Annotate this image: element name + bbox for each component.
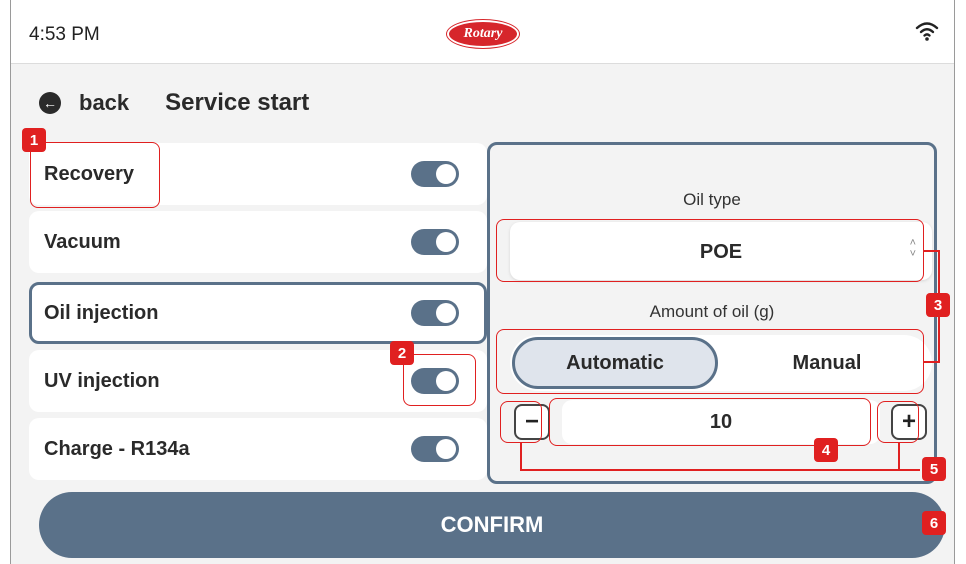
page-header: ← back Service start [39,86,309,120]
callout-connector [898,443,900,470]
increment-button[interactable]: + [891,404,927,440]
oil-type-select[interactable]: POE ˄ ˅ [510,222,932,280]
toggle-knob [436,439,456,459]
brand-logo-text: Rotary [463,26,503,41]
callout-badge: 4 [814,438,838,462]
service-row-charge[interactable]: Charge - R134a [29,418,487,480]
toggle-switch[interactable] [411,300,459,326]
back-button[interactable]: back [79,90,129,116]
mode-manual-button[interactable]: Manual [724,337,930,389]
service-row-uv-injection[interactable]: UV injection [29,350,487,412]
device-screen: 4:53 PM Rotary ← back Service start Reco… [10,0,955,564]
callout-badge: 1 [22,128,46,152]
status-bar: 4:53 PM Rotary [11,0,954,64]
service-label: Charge - R134a [44,438,190,460]
mode-automatic-button[interactable]: Automatic [512,337,718,389]
toggle-switch[interactable] [411,229,459,255]
service-label: UV injection [44,370,160,392]
service-label: Recovery [44,163,135,185]
callout-connector [520,443,522,470]
amount-mode-segmented-control: Automatic Manual [510,335,932,391]
service-row-vacuum[interactable]: Vacuum [29,211,487,273]
oil-type-value: POE [699,241,743,263]
service-label: Vacuum [44,231,121,253]
wifi-icon [915,22,939,41]
amount-label: Amount of oil (g) [649,302,775,321]
service-label: Oil injection [44,302,159,324]
confirm-button[interactable]: CONFIRM [39,492,945,558]
toggle-knob [436,232,456,252]
service-row-oil-injection[interactable]: Oil injection [29,282,487,344]
callout-connector [520,469,920,471]
service-row-recovery[interactable]: Recovery [29,143,487,205]
toggle-switch[interactable] [411,436,459,462]
status-time: 4:53 PM [29,24,100,45]
select-chevron-icon: ˄ ˅ [909,237,916,260]
toggle-knob [436,303,456,323]
toggle-knob [436,371,456,391]
brand-logo: Rotary [447,20,519,48]
toggle-switch[interactable] [411,161,459,187]
page-title: Service start [165,89,310,116]
callout-badge: 6 [922,511,946,535]
toggle-knob [436,164,456,184]
toggle-switch[interactable] [411,368,459,394]
callout-badge: 3 [926,293,950,317]
callout-connector [924,361,940,363]
decrement-button[interactable]: − [514,404,550,440]
callout-badge: 5 [922,457,946,481]
arrow-left-circle-icon[interactable]: ← [39,92,61,114]
oil-type-label: Oil type [683,190,741,209]
callout-badge: 2 [390,341,414,365]
